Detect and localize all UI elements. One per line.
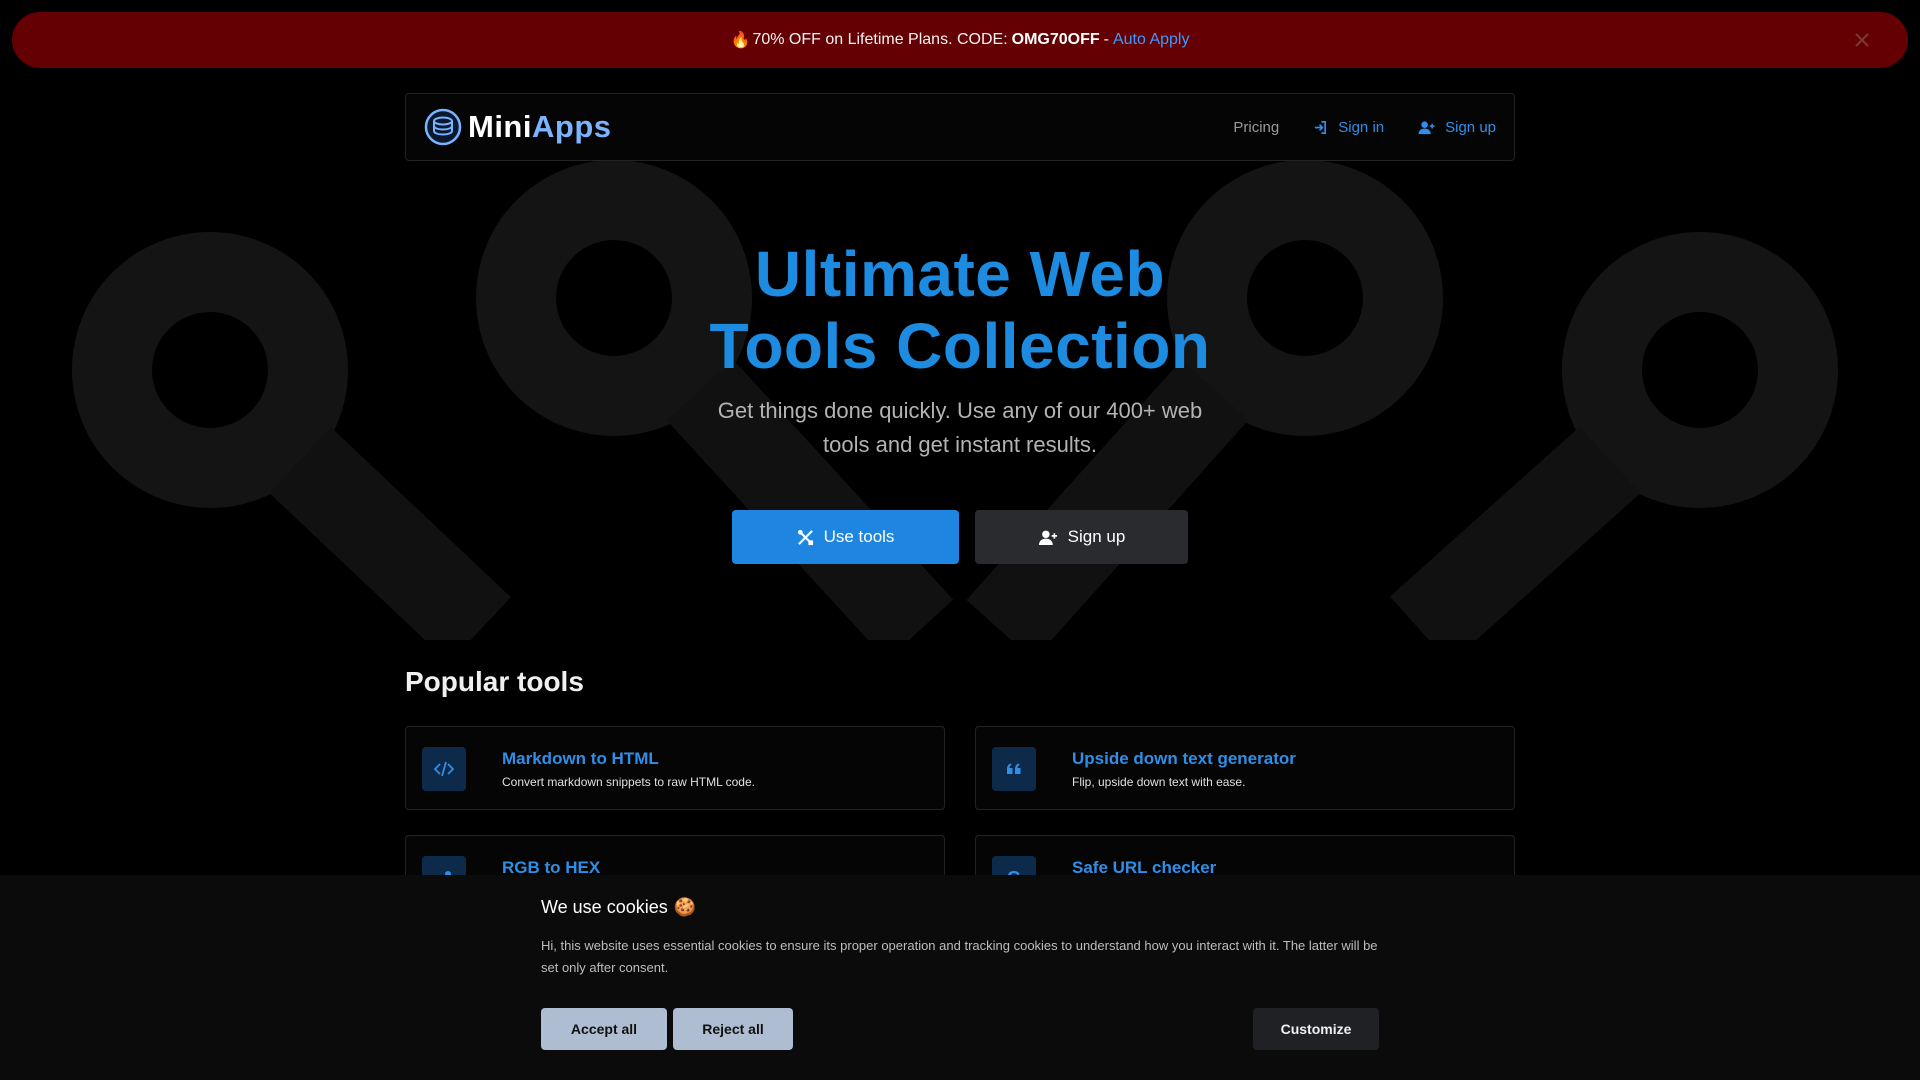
brand-name-apps: Apps: [532, 109, 612, 144]
accept-all-button[interactable]: Accept all: [541, 1008, 667, 1050]
quote-icon: [992, 747, 1036, 791]
brand-logo[interactable]: MiniApps: [424, 108, 612, 146]
tool-description: Convert markdown snippets to raw HTML co…: [502, 775, 755, 789]
hero-title: Ultimate Web Tools Collection: [709, 238, 1211, 382]
tools-icon: [797, 529, 813, 545]
nav-pricing-link[interactable]: Pricing: [1233, 119, 1279, 136]
promo-code: OMG70OFF: [1011, 31, 1100, 48]
tool-name: Markdown to HTML: [502, 749, 659, 768]
hero-subtitle: Get things done quickly. Use any of our …: [717, 398, 1203, 457]
close-banner-button[interactable]: [1850, 28, 1874, 52]
use-tools-button[interactable]: Use tools: [732, 510, 959, 564]
nav-links: Pricing Sign in Sign up: [1233, 119, 1496, 136]
cookie-title-text: We use cookies: [541, 897, 668, 917]
hero-actions: Use tools Sign up: [0, 510, 1920, 564]
brand-name: MiniApps: [468, 109, 612, 145]
cookie-title: We use cookies 🍪: [541, 897, 696, 918]
nav-sign-up-link[interactable]: Sign up: [1418, 119, 1496, 136]
user-plus-icon: [1418, 120, 1435, 134]
promo-text: 70% OFF on Lifetime Plans. CODE:: [752, 31, 1008, 48]
close-icon: [1855, 33, 1869, 47]
cookie-consent-banner: We use cookies 🍪 Hi, this website uses e…: [0, 875, 1920, 1080]
top-navbar: MiniApps Pricing Sign in Sign up: [405, 93, 1515, 161]
tool-card[interactable]: Upside down text generator Flip, upside …: [975, 726, 1515, 810]
fire-icon: 🔥: [730, 32, 751, 49]
reject-all-button[interactable]: Reject all: [673, 1008, 793, 1050]
use-tools-label: Use tools: [823, 527, 895, 546]
nav-sign-in-label: Sign in: [1338, 118, 1385, 136]
brand-name-mini: Mini: [468, 109, 532, 144]
tool-card[interactable]: Markdown to HTML Convert markdown snippe…: [405, 726, 945, 810]
nav-sign-in-link[interactable]: Sign in: [1313, 119, 1384, 136]
tool-description: Flip, upside down text with ease.: [1072, 775, 1246, 789]
hero-sign-up-label: Sign up: [1067, 527, 1126, 546]
auto-apply-link[interactable]: Auto Apply: [1113, 31, 1190, 49]
cookie-description: Hi, this website uses essential cookies …: [541, 938, 1378, 975]
user-plus-icon: [1038, 530, 1057, 545]
popular-tools-title: Popular tools: [405, 666, 584, 697]
tool-name: Upside down text generator: [1072, 749, 1296, 768]
promo-separator: -: [1103, 31, 1109, 48]
code-icon: [422, 747, 466, 791]
hero-section: Ultimate Web Tools Collection Get things…: [0, 238, 1920, 462]
hero-sign-up-button[interactable]: Sign up: [975, 510, 1188, 564]
miniapps-logo-icon: [424, 108, 462, 146]
sign-in-icon: [1315, 120, 1327, 134]
nav-sign-up-label: Sign up: [1445, 118, 1496, 136]
customize-button[interactable]: Customize: [1253, 1008, 1379, 1050]
promo-banner: 🔥 70% OFF on Lifetime Plans. CODE: OMG70…: [12, 12, 1908, 68]
cookie-icon: 🍪: [673, 897, 697, 917]
